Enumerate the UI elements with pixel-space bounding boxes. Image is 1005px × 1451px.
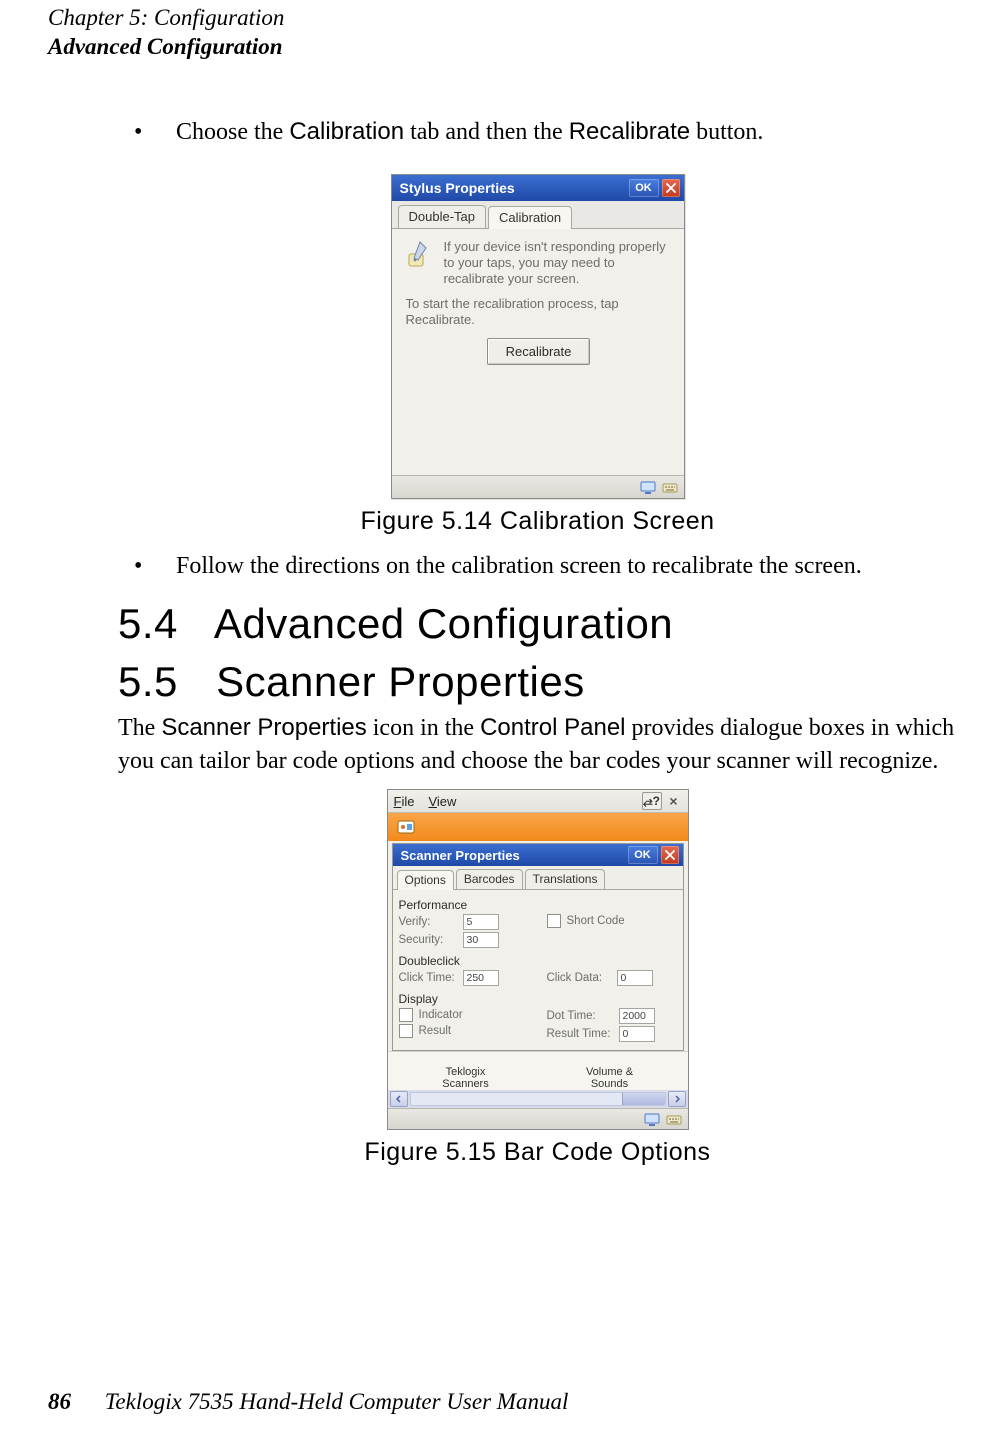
screenshot-scanner-properties: File View ⥄? × Scanner Properties (387, 789, 689, 1130)
close-button[interactable] (661, 846, 679, 864)
label-dot-time: Dot Time: (547, 1010, 613, 1022)
ok-button[interactable]: OK (628, 846, 658, 864)
checkbox-indicator[interactable] (399, 1008, 413, 1022)
field-click-time[interactable]: 250 (463, 970, 499, 986)
label-click-data: Click Data: (547, 972, 611, 984)
group-doubleclick: Doubleclick (399, 954, 677, 968)
field-click-data[interactable]: 0 (617, 970, 653, 986)
tab-calibration[interactable]: Calibration (488, 206, 572, 229)
field-result-time[interactable]: 0 (619, 1026, 655, 1042)
chevron-left-icon (395, 1095, 403, 1103)
close-icon (665, 850, 675, 860)
help-button[interactable]: ⥄? (642, 792, 662, 810)
menubar: File View ⥄? × (388, 790, 688, 813)
page-number: 86 (48, 1389, 71, 1414)
scanner-properties-dialog: Scanner Properties OK Options Barcodes T… (392, 843, 684, 1051)
scroll-left-button[interactable] (390, 1091, 408, 1107)
label-result-time: Result Time: (547, 1028, 613, 1040)
section-line: Advanced Configuration (48, 33, 957, 62)
ui-term-scanner-properties: Scanner Properties (161, 714, 366, 741)
ui-term-recalibrate: Recalibrate (569, 118, 690, 145)
control-panel-toolbar (388, 813, 688, 841)
bullet-choose-calibration: Choose the Calibration tab and then the … (118, 116, 957, 148)
close-icon (666, 183, 676, 193)
dialog-titlebar: Scanner Properties OK (393, 844, 683, 866)
label-verify: Verify: (399, 916, 457, 928)
bullet-follow-directions: Follow the directions on the calibration… (118, 550, 957, 582)
label-short-code: Short Code (567, 915, 625, 927)
cp-item-label-1b: Scanners (394, 1078, 538, 1090)
tabstrip: Options Barcodes Translations (393, 866, 683, 890)
field-security[interactable]: 30 (463, 932, 499, 948)
paragraph-scanner-properties: The Scanner Properties icon in the Contr… (118, 712, 957, 777)
close-button[interactable]: × (666, 793, 682, 809)
text: icon in the (367, 715, 480, 741)
tab-translations[interactable]: Translations (525, 869, 606, 889)
hint-text-1: If your device isn't responding properly… (444, 239, 674, 288)
ui-term-control-panel: Control Panel (480, 714, 625, 741)
label-security: Security: (399, 934, 457, 946)
label-indicator: Indicator (419, 1009, 463, 1021)
help-icon: ⥄? (643, 794, 660, 809)
running-head: Chapter 5: Configuration Advanced Config… (48, 0, 957, 62)
control-panel-icon (396, 817, 416, 837)
text: tab and then the (404, 119, 569, 145)
group-display: Display (399, 992, 677, 1006)
heading-5-4: 5.4 Advanced Configuration (118, 600, 957, 648)
chapter-line: Chapter 5: Configuration (48, 4, 957, 33)
cp-item-volume-sounds[interactable]: Volume & Sounds (538, 1066, 682, 1090)
heading-number: 5.5 (118, 658, 204, 706)
checkbox-short-code[interactable] (547, 914, 561, 928)
hint-text-2: To start the recalibration process, tap … (406, 296, 674, 329)
cp-item-label-2a: Volume & (538, 1066, 682, 1078)
text: Choose the (176, 119, 289, 145)
label-click-time: Click Time: (399, 972, 457, 984)
desktop-icon[interactable] (644, 1111, 660, 1127)
dialog-title: Scanner Properties (401, 848, 520, 863)
cp-item-label-1a: Teklogix (394, 1066, 538, 1078)
heading-5-5: 5.5 Scanner Properties (118, 658, 957, 706)
menu-view[interactable]: View (428, 794, 456, 809)
field-dot-time[interactable]: 2000 (619, 1008, 655, 1024)
ui-term-calibration: Calibration (289, 118, 404, 145)
figure-caption-1: Figure 5.14 Calibration Screen (118, 507, 957, 536)
dialog-title: Stylus Properties (400, 180, 515, 196)
scroll-thumb[interactable] (622, 1093, 665, 1105)
text: The (118, 715, 161, 741)
cp-item-teklogix-scanners[interactable]: Teklogix Scanners (394, 1066, 538, 1090)
stylus-tap-icon (404, 239, 434, 271)
text: button. (690, 119, 763, 145)
field-verify[interactable]: 5 (463, 914, 499, 930)
label-result: Result (419, 1025, 452, 1037)
desktop-icon[interactable] (640, 479, 656, 495)
ok-button[interactable]: OK (629, 179, 659, 197)
page-footer: 86 Teklogix 7535 Hand-Held Computer User… (0, 1389, 1005, 1415)
manual-title: Teklogix 7535 Hand-Held Computer User Ma… (105, 1389, 569, 1414)
scroll-right-button[interactable] (668, 1091, 686, 1107)
menu-file[interactable]: File (394, 794, 415, 809)
heading-number: 5.4 (118, 600, 204, 648)
group-performance: Performance (399, 898, 677, 912)
tab-options[interactable]: Options (397, 870, 454, 890)
cp-item-label-2b: Sounds (538, 1078, 682, 1090)
tab-barcodes[interactable]: Barcodes (456, 869, 523, 889)
figure-caption-2: Figure 5.15 Bar Code Options (118, 1138, 957, 1167)
checkbox-result[interactable] (399, 1024, 413, 1038)
recalibrate-button[interactable]: Recalibrate (487, 338, 591, 365)
tab-double-tap[interactable]: Double-Tap (398, 205, 487, 228)
taskbar (392, 475, 684, 498)
keyboard-icon[interactable] (662, 479, 678, 495)
control-panel-items: Teklogix Scanners Volume & Sounds (388, 1051, 688, 1090)
tabstrip: Double-Tap Calibration (392, 201, 684, 229)
horizontal-scrollbar[interactable] (388, 1090, 688, 1108)
keyboard-icon[interactable] (666, 1111, 682, 1127)
heading-title: Advanced Configuration (214, 600, 673, 647)
taskbar (388, 1108, 688, 1129)
screenshot-stylus-properties: Stylus Properties OK Double-Tap Calibrat… (391, 174, 685, 499)
dialog-titlebar: Stylus Properties OK (392, 175, 684, 201)
chevron-right-icon (673, 1095, 681, 1103)
scroll-track[interactable] (410, 1092, 666, 1106)
close-button[interactable] (662, 179, 680, 197)
heading-title: Scanner Properties (216, 658, 585, 705)
